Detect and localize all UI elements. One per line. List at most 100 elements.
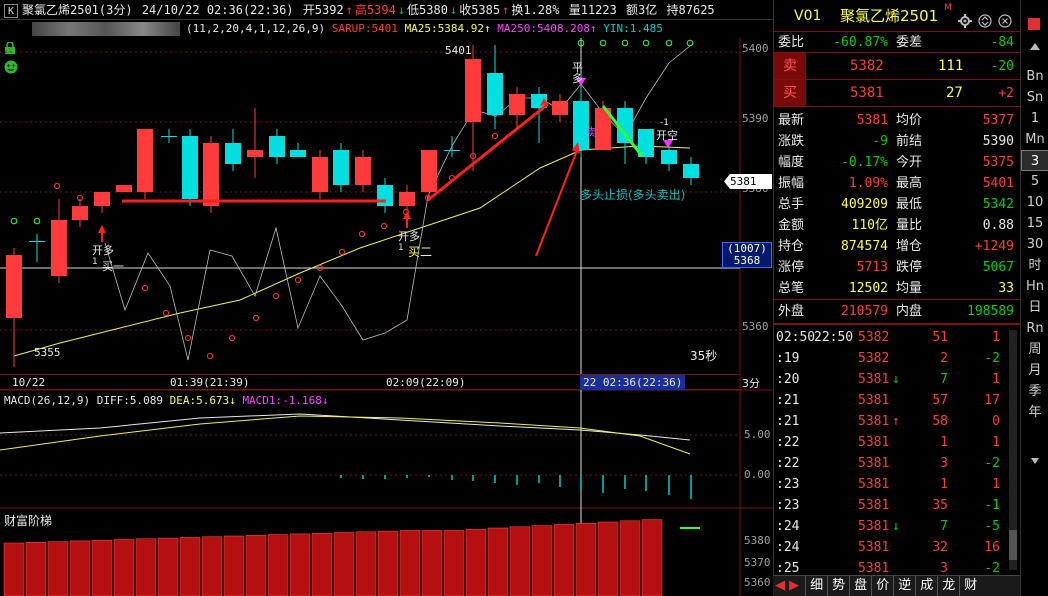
countdown: 35秒 xyxy=(690,349,718,363)
period-button[interactable]: 1 xyxy=(1021,108,1048,129)
down-arrow-icon: ↓ xyxy=(321,394,329,407)
macd-dea: DEA:5.673 xyxy=(169,394,230,407)
chart-grid xyxy=(0,38,773,596)
period-button[interactable]: 日 xyxy=(1021,297,1048,318)
candle-body xyxy=(661,150,677,164)
tick-price: 5381 xyxy=(858,498,890,513)
period-button[interactable]: Sn xyxy=(1021,87,1048,108)
period-button[interactable]: 时 xyxy=(1021,255,1048,276)
stat-value: 33 xyxy=(998,281,1014,296)
signal-kaiduo-1-num: 1 xyxy=(92,257,98,267)
stat-value: 5375 xyxy=(982,155,1014,170)
sar-dot xyxy=(228,334,236,342)
stat-label: 前结 xyxy=(896,134,923,149)
tick-row[interactable]: :23 5381 35 -1 xyxy=(774,495,1020,516)
sell-row[interactable]: 卖 5382 111 -20 xyxy=(774,53,1020,80)
buy-arrow xyxy=(403,211,411,219)
period-button[interactable]: 15 xyxy=(1021,213,1048,234)
buy-row[interactable]: 买 5381 27 +2 xyxy=(774,80,1020,107)
buy-arrow xyxy=(98,225,106,233)
tick-change: 1 xyxy=(992,477,1000,492)
tick-change: -1 xyxy=(984,498,1000,513)
tick-time: :23 xyxy=(776,498,800,513)
tick-row[interactable]: :19 5382 2 -2 xyxy=(774,348,1020,369)
period-button[interactable]: 季 xyxy=(1021,381,1048,402)
quote-stat-row: 最新 5381 均价 5377 xyxy=(774,110,1020,131)
quote-stat-row: 总笔 12502 均量 33 xyxy=(774,278,1020,299)
instrument-title: 聚氯乙烯2501(3分) xyxy=(22,3,133,17)
tick-time: :21 xyxy=(776,414,800,429)
period-button[interactable]: 年 xyxy=(1021,402,1048,423)
tick-row[interactable]: 02:50 22:50 5382 51 1 xyxy=(774,327,1020,348)
period-button[interactable]: Hn xyxy=(1021,276,1048,297)
tick-list[interactable]: 02:50 22:50 5382 51 1:19 5382 2 -2:20 5381 ↓ 7 1:21… xyxy=(774,323,1020,579)
tick-volume: 32 xyxy=(932,540,948,555)
detail-tab[interactable]: 细 xyxy=(805,576,827,596)
stat-label: 金额 xyxy=(778,218,805,233)
ladder-scale-3: 5360 xyxy=(744,576,771,589)
candlesticks xyxy=(6,45,699,367)
period-button[interactable]: 周 xyxy=(1021,339,1048,360)
candle-body xyxy=(399,192,415,206)
tick-row[interactable]: :24 5381 32 16 xyxy=(774,537,1020,558)
detail-tab[interactable]: 财 xyxy=(959,576,981,596)
sar-dot-green xyxy=(599,39,607,47)
detail-tab[interactable]: 逆 xyxy=(893,576,915,596)
quote-header: V01 聚氯乙烯2501 M xyxy=(774,0,1020,32)
tick-row[interactable]: :21 5381 57 17 xyxy=(774,390,1020,411)
sell-price: 5382 xyxy=(850,58,884,74)
up-arrow-icon: ↑ xyxy=(484,22,491,35)
detail-tab[interactable]: 成 xyxy=(915,576,937,596)
tick-scrollbar[interactable] xyxy=(1009,330,1017,570)
period-button[interactable]: 月 xyxy=(1021,360,1048,381)
chart-area[interactable]: K 聚氯乙烯2501(3分) 24/10/22 02:36(22:36) 开539… xyxy=(0,0,773,596)
time-label-2: 01:39(21:39) xyxy=(170,376,250,389)
stat-value: 5381 xyxy=(856,113,888,128)
chart-header: K 聚氯乙烯2501(3分) 24/10/22 02:36(22:36) 开539… xyxy=(0,0,773,20)
tick-scrollbar-thumb[interactable] xyxy=(1009,530,1017,560)
k-line-icon[interactable]: K xyxy=(4,4,18,18)
candle-body xyxy=(182,136,198,199)
quote-v-label: V01 xyxy=(794,8,822,24)
tick-volume: 2 xyxy=(940,351,948,366)
stat-label: 总手 xyxy=(778,197,805,212)
stop-icon[interactable] xyxy=(1028,18,1040,30)
signal-kaiduo-1: 开多 xyxy=(92,244,114,257)
tab-prev-icon[interactable]: ◀ xyxy=(773,576,787,596)
signal-kaiduo-2-num: 1 xyxy=(398,243,404,253)
tick-row[interactable]: :20 5381 ↓ 7 1 xyxy=(774,369,1020,390)
tick-volume: 7 xyxy=(940,372,948,387)
ladder-bar xyxy=(641,519,663,596)
detail-tab[interactable]: 龙 xyxy=(937,576,959,596)
detail-tab[interactable]: 盘 xyxy=(849,576,871,596)
period-button[interactable]: 5 xyxy=(1021,171,1048,192)
weicha-value: -84 xyxy=(990,35,1014,50)
tick-volume: 1 xyxy=(940,435,948,450)
detail-tab[interactable]: 势 xyxy=(827,576,849,596)
tick-row[interactable]: :22 5381 3 -2 xyxy=(774,453,1020,474)
period-button[interactable]: Bn xyxy=(1021,66,1048,87)
tab-next-icon[interactable]: ▶ xyxy=(787,576,801,596)
period-button[interactable]: 3 xyxy=(1021,150,1048,171)
period-button[interactable]: Rn xyxy=(1021,318,1048,339)
candle-body xyxy=(333,150,349,185)
detail-tab[interactable]: 价 xyxy=(871,576,893,596)
quote-stat-row: 持仓 874574 增仓 +1249 xyxy=(774,236,1020,257)
up-triangle-icon[interactable] xyxy=(1028,40,1042,54)
tick-row[interactable]: :24 5381 ↓ 7 -5 xyxy=(774,516,1020,537)
ladder-bar xyxy=(509,526,531,596)
quote-stat-row: 金额 110亿 量比 0.88 xyxy=(774,215,1020,236)
price-label-5360: 5360 xyxy=(742,320,769,333)
tick-row[interactable]: :23 5381 1 1 xyxy=(774,474,1020,495)
period-nav: Bn Sn 1 Mn 3 5 10 15 30 时 Hn 日 Rn 周月季年 xyxy=(1020,0,1048,596)
down-triangle-icon[interactable] xyxy=(1030,455,1040,465)
tick-row[interactable]: :21 5381 ↑ 58 0 xyxy=(774,411,1020,432)
tick-row[interactable]: :22 5381 1 1 xyxy=(774,432,1020,453)
tick-price: 5381 xyxy=(858,414,890,429)
down-arrow-icon: ↓ xyxy=(892,372,900,387)
period-button[interactable]: Mn xyxy=(1021,129,1048,150)
ladder-bar xyxy=(465,528,487,596)
macd-header: MACD(26,12,9) DIFF:5.089 DEA:5.673↓ MACD… xyxy=(4,394,329,407)
period-button[interactable]: 30 xyxy=(1021,234,1048,255)
period-button[interactable]: 10 xyxy=(1021,192,1048,213)
